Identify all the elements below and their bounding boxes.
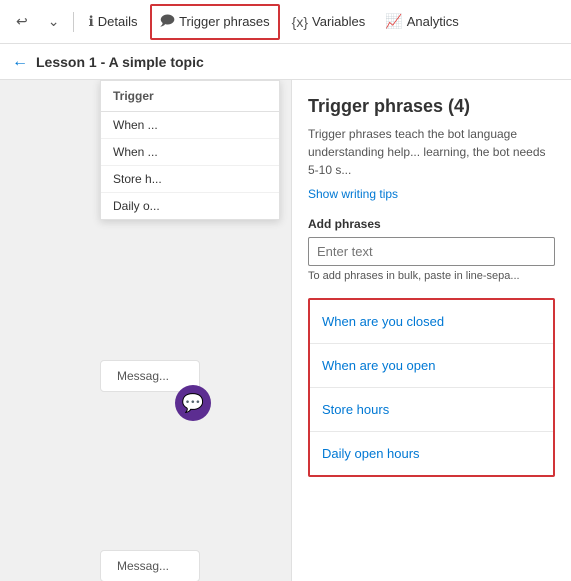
variables-label: Variables [312,14,365,29]
bulk-paste-hint: To add phrases in bulk, paste in line-se… [292,270,571,294]
main-area: Trigger When ... When ... Store h... Dai… [0,80,571,581]
phrases-list: When are you closed When are you open St… [308,298,555,477]
phrase-item-1[interactable]: When are you closed [310,300,553,344]
variables-button[interactable]: {x} Variables [284,10,374,34]
toolbar: ↩ ⌄ ℹ Details 🗩 Trigger phrases {x} Vari… [0,0,571,44]
undo-button[interactable]: ↩ [8,9,36,34]
dropdown-item-3[interactable]: Store h... [101,166,279,193]
canvas-area: Trigger When ... When ... Store h... Dai… [0,80,291,581]
enter-text-input[interactable] [308,237,555,266]
phrase-item-3[interactable]: Store hours [310,388,553,432]
trigger-phrases-button[interactable]: 🗩 Trigger phrases [150,4,280,40]
undo-icon: ↩ [16,13,28,30]
analytics-button[interactable]: 📈 Analytics [377,9,466,34]
details-label: Details [98,14,138,29]
phrase-item-4[interactable]: Daily open hours [310,432,553,475]
right-panel: Trigger phrases (4) Trigger phrases teac… [291,80,571,581]
variables-icon: {x} [292,14,308,30]
separator-1 [73,12,74,32]
message-node-2: Messag... [100,550,200,581]
analytics-label: Analytics [407,14,459,29]
back-button[interactable]: ← [12,53,28,71]
panel-description: Trigger phrases teach the bot language u… [292,125,571,187]
add-phrases-label: Add phrases [292,213,571,237]
message-label-1: Messag... [117,369,169,383]
trigger-icon: 🗩 [160,10,176,34]
info-icon: ℹ [88,13,93,30]
dropdown-item-4[interactable]: Daily o... [101,193,279,219]
dropdown-item-2[interactable]: When ... [101,139,279,166]
chat-icon-node[interactable]: 💬 [175,385,211,421]
show-tips-link[interactable]: Show writing tips [292,187,571,213]
page-title: Lesson 1 - A simple topic [36,54,204,70]
message-label-2: Messag... [117,559,169,573]
panel-title: Trigger phrases (4) [292,80,571,125]
analytics-icon: 📈 [385,13,402,30]
chat-bubble-icon: 💬 [175,385,211,421]
phrase-item-2[interactable]: When are you open [310,344,553,388]
breadcrumb-bar: ← Lesson 1 - A simple topic [0,44,571,80]
dropdown-item-1[interactable]: When ... [101,112,279,139]
details-button[interactable]: ℹ Details [80,9,145,34]
dropdown-header: Trigger [101,81,279,112]
undo-dropdown-button[interactable]: ⌄ [40,9,68,34]
trigger-dropdown-panel: Trigger When ... When ... Store h... Dai… [100,80,280,220]
chevron-down-icon: ⌄ [48,13,60,30]
trigger-phrases-label: Trigger phrases [179,14,270,29]
